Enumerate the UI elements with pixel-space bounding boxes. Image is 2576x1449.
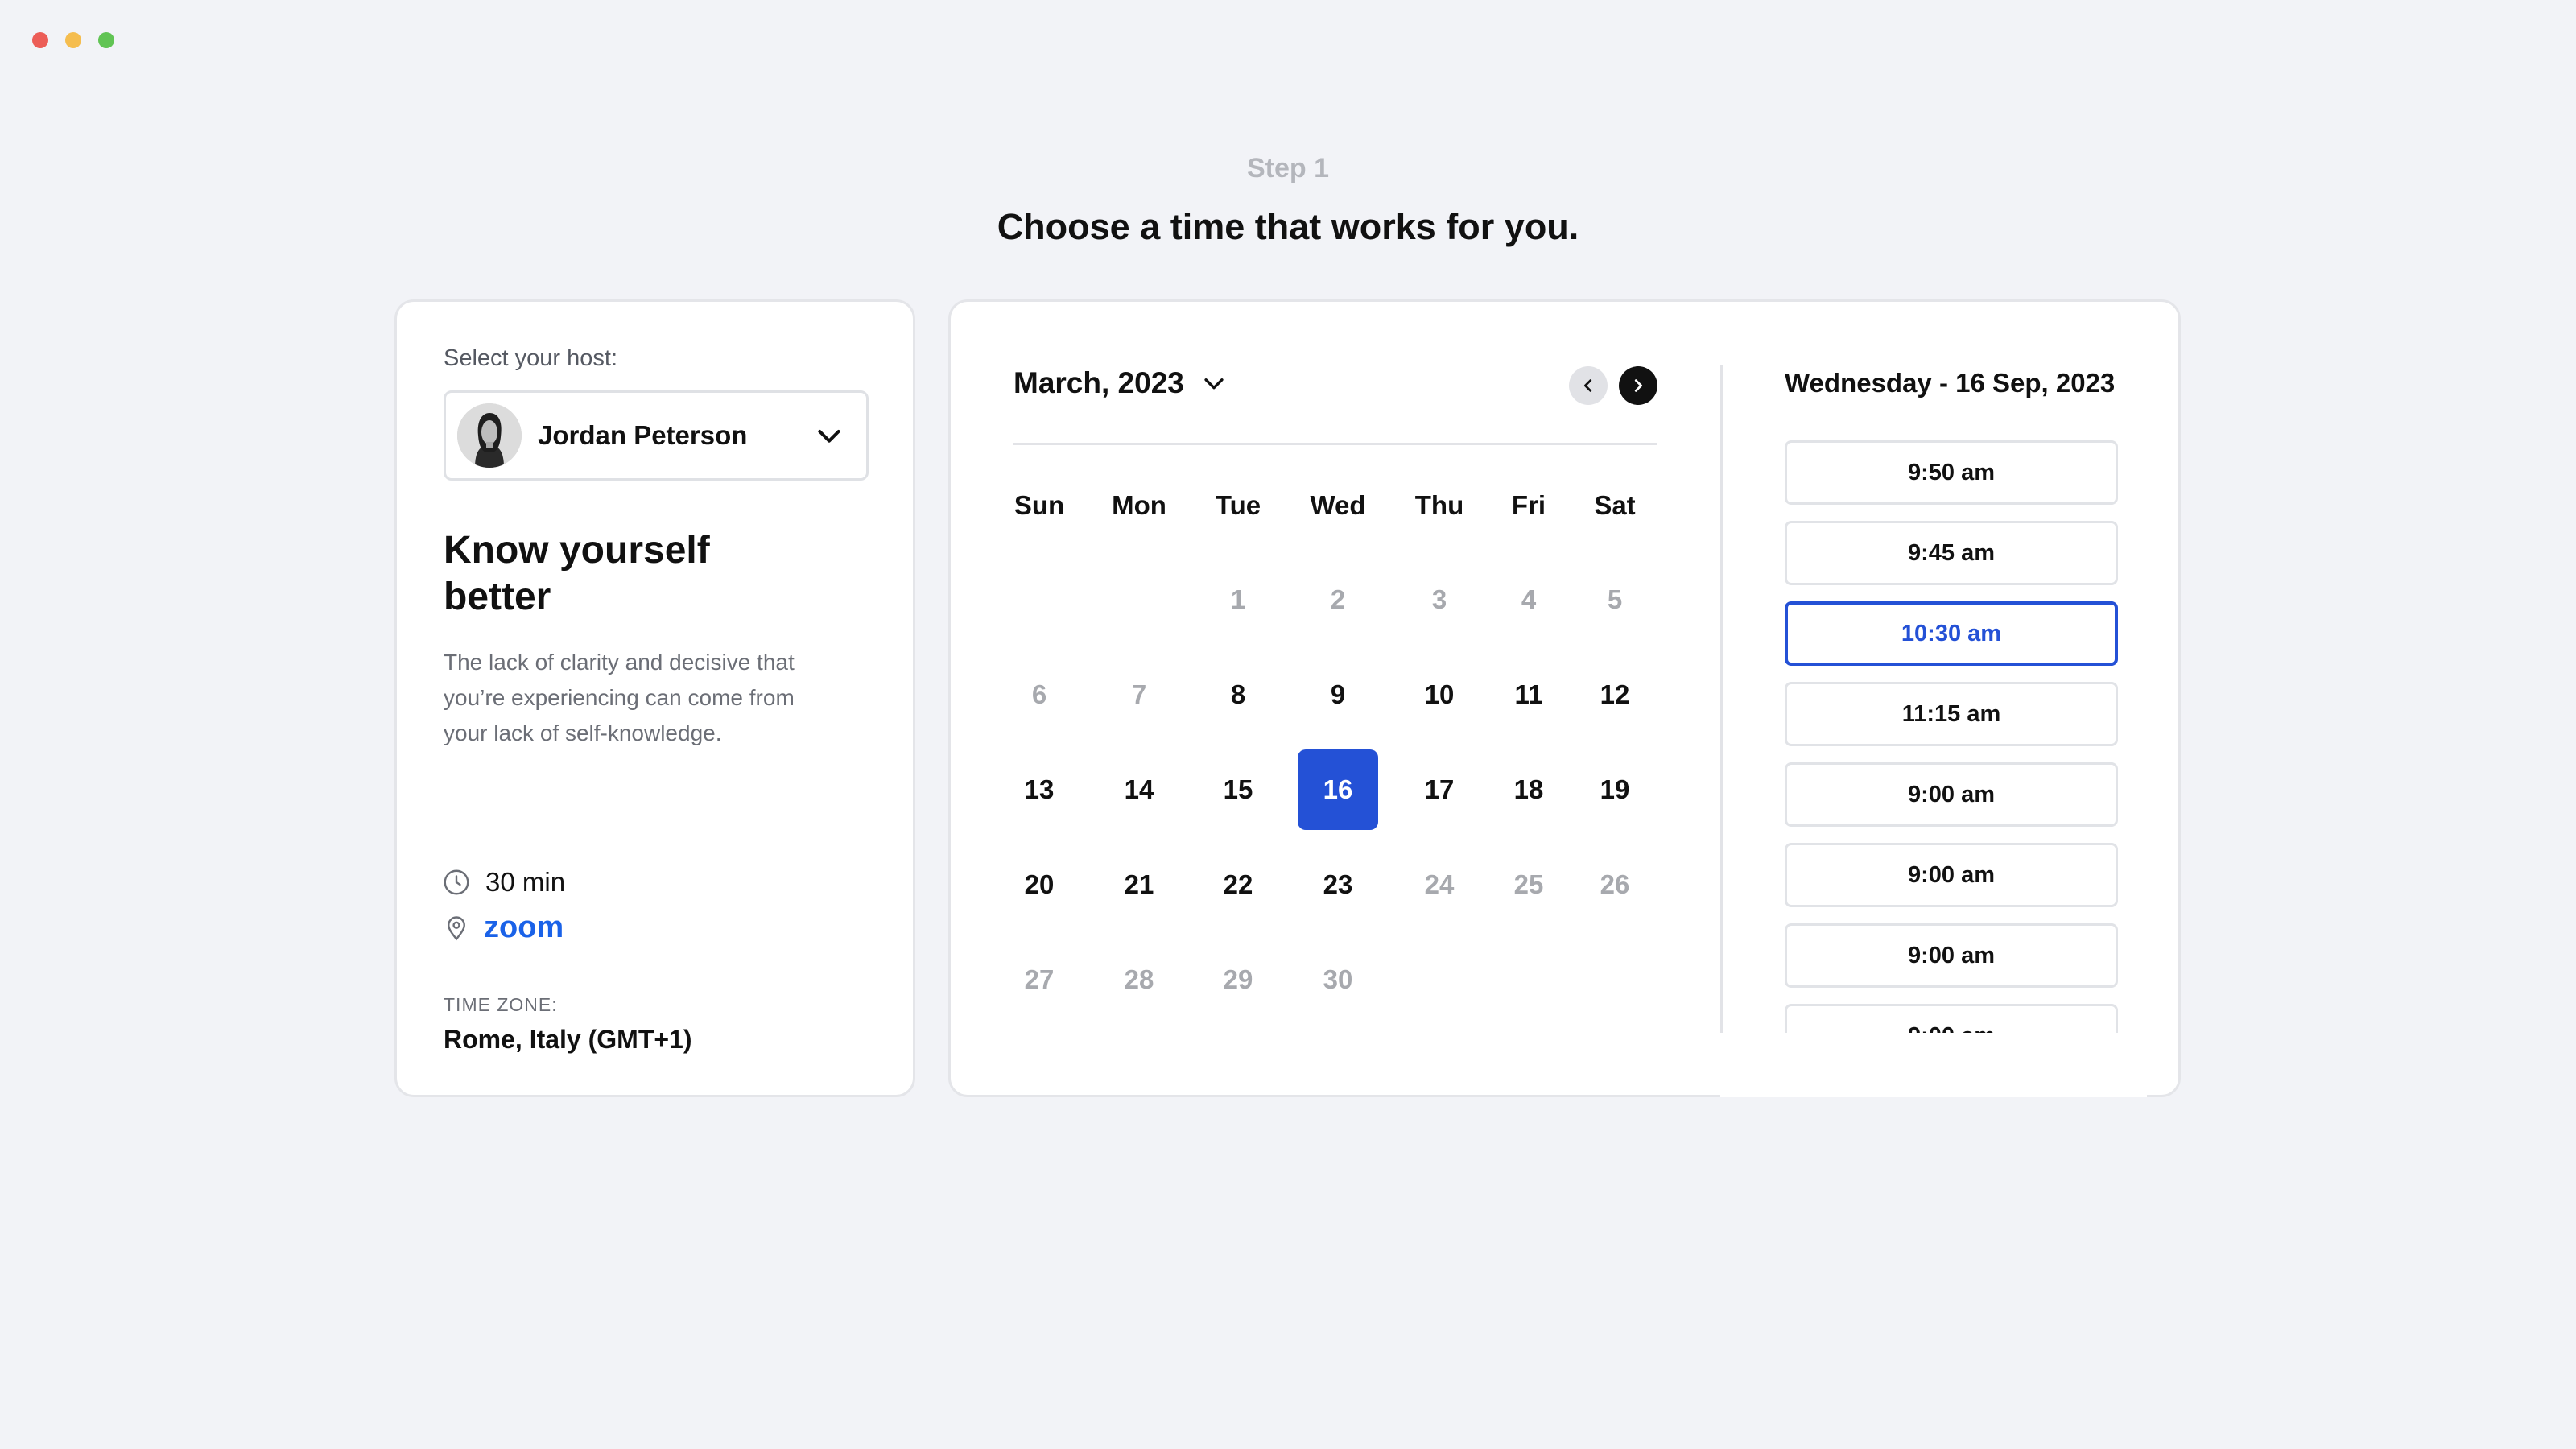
chevron-left-icon [1583, 379, 1592, 392]
calendar-day[interactable]: 30 [1298, 939, 1378, 1020]
month-picker[interactable]: March, 2023 [1013, 366, 1228, 400]
next-month-button[interactable] [1619, 366, 1657, 405]
time-slot[interactable]: 9:00 am [1785, 843, 2118, 907]
calendar-day[interactable]: 2 [1298, 559, 1378, 640]
calendar-day[interactable]: 1 [1198, 559, 1278, 640]
calendar-day[interactable]: 17 [1399, 749, 1480, 830]
time-slot-selected[interactable]: 10:30 am [1785, 601, 2118, 666]
weekday-fri: Fri [1511, 490, 1546, 520]
chevron-down-icon [1204, 378, 1224, 390]
weekday-tue: Tue [1215, 490, 1261, 520]
calendar-divider [1013, 443, 1657, 445]
close-window-button[interactable] [32, 32, 48, 48]
calendar-day[interactable]: 4 [1488, 559, 1569, 640]
calendar-day[interactable]: 20 [999, 844, 1080, 925]
month-label: March, 2023 [1013, 366, 1184, 399]
calendar-day[interactable]: 13 [999, 749, 1080, 830]
host-select[interactable]: Jordan Peterson [444, 390, 869, 481]
calendar-day[interactable]: 5 [1575, 559, 1655, 640]
slots-date-heading: Wednesday - 16 Sep, 2023 [1785, 368, 2116, 398]
time-slot[interactable]: 11:15 am [1785, 682, 2118, 746]
previous-month-button[interactable] [1569, 366, 1608, 405]
calendar-day[interactable]: 21 [1099, 844, 1179, 925]
calendar-day[interactable]: 19 [1575, 749, 1655, 830]
calendar-card: March, 2023 Sun Mon Tue Wed Thu Fri Sat … [948, 299, 2181, 1097]
event-title: Know yourself better [444, 529, 710, 618]
host-card: Select your host: Jordan Peterson Know y… [394, 299, 915, 1097]
calendar-day[interactable]: 24 [1399, 844, 1480, 925]
weekday-wed: Wed [1310, 490, 1366, 520]
calendar-day[interactable]: 7 [1099, 654, 1179, 735]
time-slot[interactable]: 9:00 am [1785, 1004, 2118, 1036]
time-slot[interactable]: 9:50 am [1785, 440, 2118, 505]
time-slot[interactable]: 9:45 am [1785, 521, 2118, 585]
duration-text: 30 min [485, 867, 566, 897]
host-avatar [457, 403, 522, 468]
calendar-day[interactable]: 11 [1488, 654, 1569, 735]
calendar-day[interactable]: 25 [1488, 844, 1569, 925]
weekday-sun: Sun [1013, 490, 1065, 520]
calendar-day-selected[interactable]: 16 [1298, 749, 1378, 830]
slot-list-fade [1720, 1033, 2147, 1097]
clock-icon [444, 869, 469, 895]
calendar-day[interactable]: 12 [1575, 654, 1655, 735]
chevron-right-icon [1634, 379, 1643, 392]
time-slot-list[interactable]: 9:50 am 9:45 am 10:30 am 11:15 am 9:00 a… [1785, 440, 2123, 1036]
calendar-day[interactable]: 15 [1198, 749, 1278, 830]
chevron-down-icon [818, 430, 840, 443]
calendar-day[interactable]: 28 [1099, 939, 1179, 1020]
location-pin-icon [448, 915, 465, 940]
calendar-day[interactable]: 9 [1298, 654, 1378, 735]
host-name: Jordan Peterson [538, 420, 748, 450]
location-row: zoom [442, 910, 564, 945]
duration-row: 30 min [442, 867, 565, 898]
calendar-day[interactable]: 3 [1399, 559, 1480, 640]
calendar-day[interactable]: 29 [1198, 939, 1278, 1020]
maximize-window-button[interactable] [98, 32, 114, 48]
timezone-value[interactable]: Rome, Italy (GMT+1) [444, 1025, 692, 1055]
calendar-day[interactable]: 6 [999, 654, 1080, 735]
calendar-day[interactable]: 8 [1198, 654, 1278, 735]
column-divider [1720, 365, 1723, 1033]
time-slot[interactable]: 9:00 am [1785, 923, 2118, 988]
weekday-thu: Thu [1414, 490, 1464, 520]
minimize-window-button[interactable] [65, 32, 81, 48]
calendar-day[interactable]: 14 [1099, 749, 1179, 830]
window-controls [32, 32, 114, 48]
step-label: Step 1 [1246, 153, 1330, 184]
weekday-mon: Mon [1112, 490, 1166, 520]
calendar-day[interactable]: 27 [999, 939, 1080, 1020]
calendar-day[interactable]: 22 [1198, 844, 1278, 925]
calendar-day[interactable]: 18 [1488, 749, 1569, 830]
host-label: Select your host: [444, 345, 617, 371]
calendar-day[interactable]: 23 [1298, 844, 1378, 925]
time-slot[interactable]: 9:00 am [1785, 762, 2118, 827]
event-description: The lack of clarity and decisive that yo… [444, 650, 795, 745]
page-title: Choose a time that works for you. [997, 206, 1579, 247]
weekday-sat: Sat [1594, 490, 1636, 520]
calendar-day[interactable]: 10 [1399, 654, 1480, 735]
timezone-label: TIME ZONE: [444, 994, 558, 1015]
zoom-logo: zoom [484, 910, 564, 944]
calendar-day[interactable]: 26 [1575, 844, 1655, 925]
